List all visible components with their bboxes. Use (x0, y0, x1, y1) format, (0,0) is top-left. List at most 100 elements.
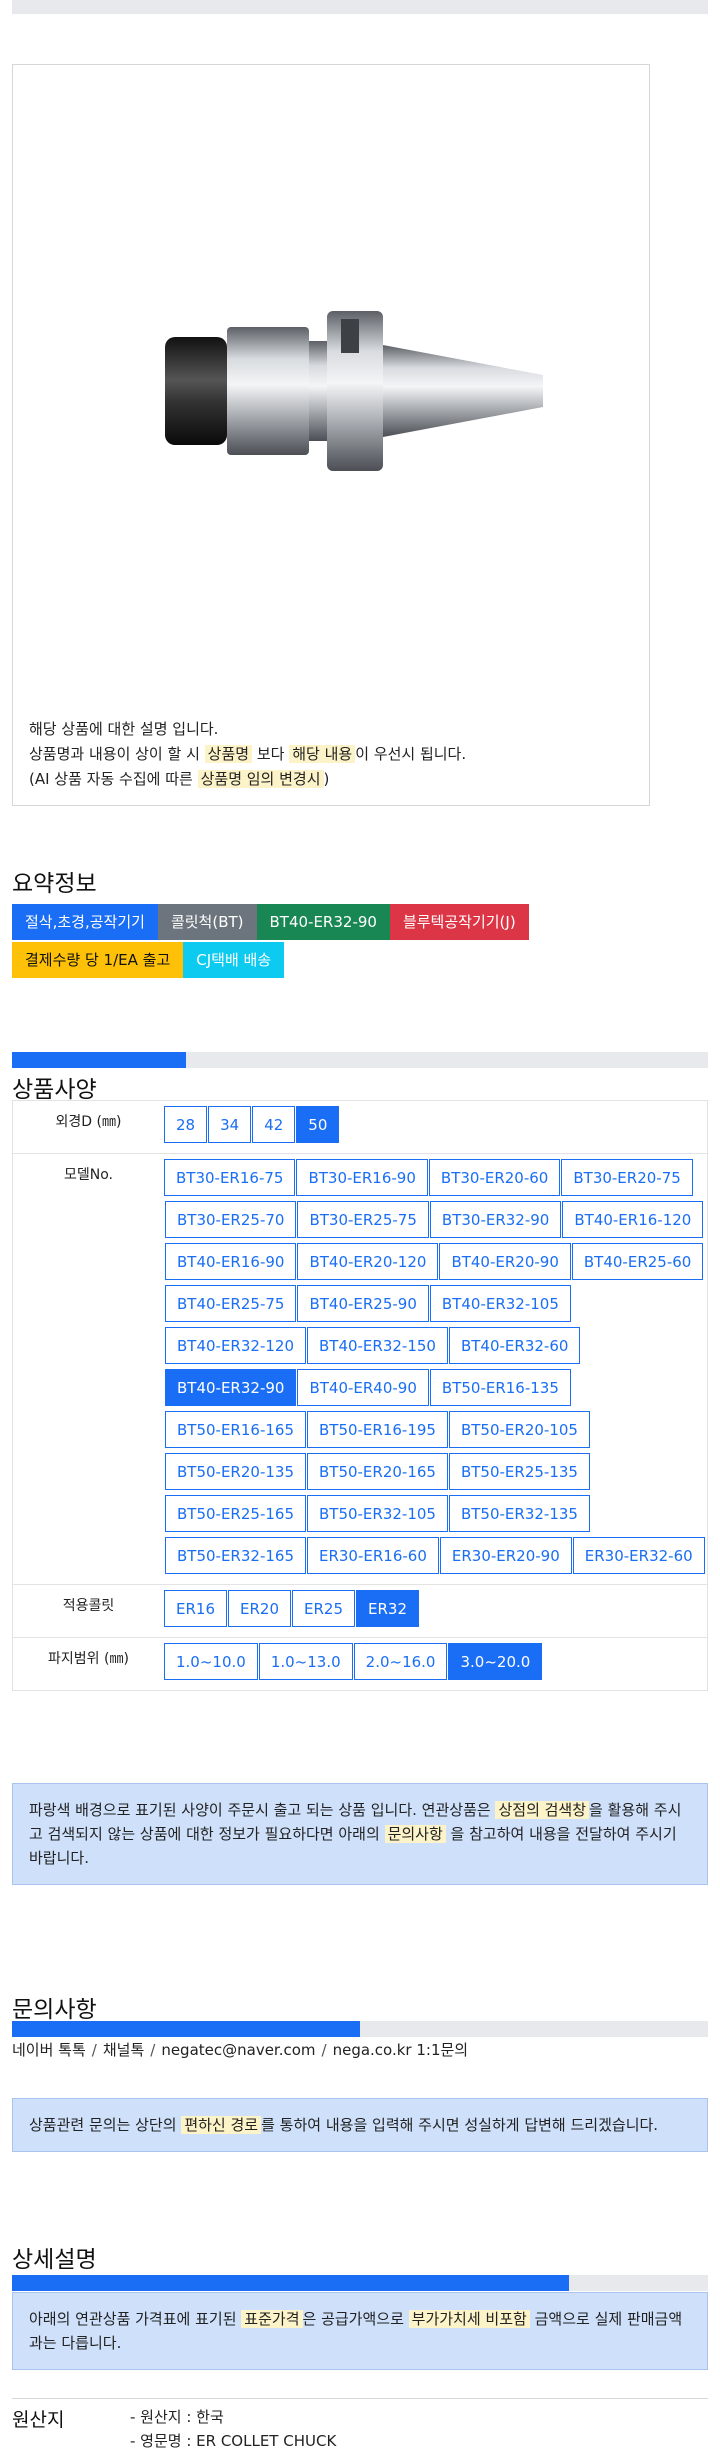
spec-option-button[interactable]: BT30-ER25-70 (165, 1201, 297, 1238)
spec-option-button[interactable]: BT40-ER20-120 (297, 1243, 439, 1280)
detail-notice: 아래의 연관상품 가격표에 표기된 표준가격 은 공급가액으로 부가가치세 비포함… (12, 2292, 708, 2370)
spec-option-button[interactable]: 50 (296, 1106, 340, 1143)
detail-progress-bar (12, 2275, 708, 2291)
highlight: 상점의 검색창 (495, 1801, 590, 1819)
highlight: 상품명 (204, 745, 253, 763)
spec-option-button[interactable]: BT50-ER32-165 (165, 1537, 306, 1574)
spec-option-button[interactable]: BT50-ER20-105 (448, 1411, 590, 1448)
inquiry-notice: 상품관련 문의는 상단의 편하신 경로 를 통하여 내용을 입력해 주시면 성실하… (12, 2098, 708, 2152)
summary-tag: CJ택배 배송 (183, 942, 285, 978)
spec-option-button[interactable]: BT40-ER16-90 (165, 1243, 297, 1280)
text: 이 우선시 됩니다. (355, 745, 467, 763)
text: 상품명과 내용이 상이 할 시 (29, 745, 200, 763)
spec-option-button[interactable]: 34 (208, 1106, 252, 1143)
inquiry-title: 문의사항 (12, 1997, 97, 2023)
highlight: 표준가격 (241, 2310, 303, 2328)
spec-option-button[interactable]: 2.0~16.0 (353, 1643, 448, 1680)
spec-title: 상품사양 (12, 1077, 97, 1103)
spec-option-button[interactable]: BT40-ER40-90 (297, 1369, 429, 1406)
spec-option-button[interactable]: BT40-ER25-60 (571, 1243, 704, 1280)
spec-option-button[interactable]: ER30-ER16-60 (306, 1537, 439, 1574)
spec-option-button[interactable]: BT30-ER20-75 (561, 1159, 693, 1196)
text: 를 통하여 내용을 입력해 주시면 성실하게 답변해 드리겠습니다. (261, 2116, 659, 2134)
spec-option-button[interactable]: BT50-ER20-165 (306, 1453, 448, 1490)
spec-option-button[interactable]: BT40-ER32-150 (306, 1327, 448, 1364)
highlight: 상품명 임의 변경시 (197, 770, 324, 788)
text: 아래의 연관상품 가격표에 표기된 (29, 2310, 237, 2328)
spec-option-button[interactable]: BT30-ER16-90 (296, 1159, 428, 1196)
spec-option-button[interactable]: BT40-ER32-105 (429, 1285, 571, 1322)
spec-option-button[interactable]: BT40-ER16-120 (562, 1201, 704, 1238)
spec-label: 파지범위 (㎜) (48, 1651, 129, 1667)
spec-options: BT30-ER16-75 BT30-ER16-90 BT30-ER20-60 BT30… (164, 1154, 707, 1584)
contact-links: 네이버 톡톡 / 채널톡 / negatec@naver.com / nega.co.kr … (12, 2039, 468, 2060)
summary-tag: 블루텍공작기기(J) (389, 904, 529, 940)
spec-option-button[interactable]: BT40-ER20-90 (439, 1243, 571, 1280)
spec-option-button[interactable]: BT50-ER25-165 (165, 1495, 306, 1532)
spec-option-button[interactable]: BT50-ER32-135 (448, 1495, 590, 1532)
spec-option-button[interactable]: BT40-ER25-75 (165, 1285, 297, 1322)
origin-values: - 원산지 : 한국 - 영문명 : ER COLLET CHUCK (130, 2405, 336, 2453)
text: 은 공급가액으로 (302, 2310, 404, 2328)
spec-option-button[interactable]: BT40-ER32-120 (165, 1327, 306, 1364)
spec-option-button[interactable]: 42 (252, 1106, 296, 1143)
highlight: 편하신 경로 (181, 2116, 262, 2134)
spec-option-button[interactable]: 1.0~10.0 (164, 1643, 258, 1680)
spec-option-button[interactable]: BT50-ER16-195 (306, 1411, 448, 1448)
spec-row: 모델No. BT30-ER16-75 BT30-ER16-90 BT30-ER20-6… (13, 1154, 707, 1585)
contact-link[interactable]: nega.co.kr 1:1문의 (333, 2041, 469, 2059)
spec-option-button[interactable]: ER20 (228, 1590, 291, 1627)
description-line-2: 상품명과 내용이 상이 할 시 상품명 보다 해당 내용 이 우선시 됩니다. (29, 742, 466, 767)
contact-link[interactable]: 채널톡 (103, 2041, 144, 2059)
spec-option-button[interactable]: BT50-ER16-135 (429, 1369, 571, 1406)
contact-separator: / (321, 2041, 327, 2059)
spec-option-button[interactable]: BT30-ER25-75 (297, 1201, 429, 1238)
summary-tag: BT40-ER32-90 (256, 904, 390, 940)
product-image-frame: 해당 상품에 대한 설명 입니다. 상품명과 내용이 상이 할 시 상품명 보다… (12, 64, 650, 806)
spec-option-button[interactable]: BT30-ER32-90 (429, 1201, 562, 1238)
spec-row: 적용콜릿 ER16 ER20 ER25 ER32 (13, 1585, 707, 1638)
summary-title: 요약정보 (12, 871, 97, 897)
spec-option-button[interactable]: BT40-ER25-90 (297, 1285, 429, 1322)
summary-tag: 콜릿척(BT) (157, 904, 257, 940)
contact-link[interactable]: 네이버 톡톡 (12, 2041, 86, 2059)
spec-option-button[interactable]: BT30-ER16-75 (164, 1159, 296, 1196)
spec-option-button[interactable]: BT50-ER32-105 (306, 1495, 448, 1532)
spec-option-button[interactable]: 1.0~13.0 (258, 1643, 353, 1680)
text: 상품관련 문의는 상단의 (29, 2116, 177, 2134)
contact-separator: / (150, 2041, 156, 2059)
text: ) (323, 770, 330, 788)
origin-label: 원산지 (12, 2409, 65, 2431)
spec-option-button[interactable]: BT40-ER32-90 (165, 1369, 297, 1406)
spec-option-button[interactable]: BT40-ER32-60 (448, 1327, 581, 1364)
detail-title: 상세설명 (12, 2247, 97, 2273)
contact-link[interactable]: negatec@naver.com (161, 2041, 315, 2059)
product-description: 해당 상품에 대한 설명 입니다. 상품명과 내용이 상이 할 시 상품명 보다… (29, 717, 466, 792)
spec-option-button[interactable]: ER30-ER32-60 (572, 1537, 705, 1574)
summary-tag: 결제수량 당 1/EA 출고 (12, 942, 184, 978)
spec-option-button[interactable]: BT30-ER20-60 (428, 1159, 561, 1196)
spec-option-button[interactable]: BT50-ER16-165 (165, 1411, 306, 1448)
highlight: 문의사항 (384, 1825, 446, 1843)
origin-country: - 원산지 : 한국 (130, 2408, 224, 2426)
summary-tags: 절삭,초경,공작기기 콜릿척(BT) BT40-ER32-90 블루텍공작기기(J) (12, 904, 529, 940)
spec-option-button[interactable]: ER25 (292, 1590, 355, 1627)
progress-fill (12, 1052, 186, 1068)
spec-row: 외경D (㎜) 28 34 42 50 (13, 1101, 707, 1154)
spec-progress-bar (12, 1052, 708, 1068)
text: (AI 상품 자동 수집에 따른 (29, 770, 193, 788)
spec-option-button[interactable]: ER32 (356, 1590, 419, 1627)
text: 보다 (256, 745, 285, 763)
spec-option-button[interactable]: ER30-ER20-90 (439, 1537, 572, 1574)
top-divider (12, 0, 708, 14)
spec-options: ER16 ER20 ER25 ER32 (164, 1585, 707, 1637)
origin-english-name: - 영문명 : ER COLLET CHUCK (130, 2432, 337, 2450)
inquiry-progress-bar (12, 2021, 708, 2037)
spec-label: 적용콜릿 (62, 1598, 115, 1614)
spec-option-button[interactable]: BT50-ER20-135 (165, 1453, 306, 1490)
spec-option-button[interactable]: 28 (164, 1106, 208, 1143)
highlight: 해당 내용 (289, 745, 356, 763)
spec-option-button[interactable]: BT50-ER25-135 (448, 1453, 590, 1490)
spec-option-button[interactable]: 3.0~20.0 (448, 1643, 543, 1680)
spec-option-button[interactable]: ER16 (164, 1590, 227, 1627)
